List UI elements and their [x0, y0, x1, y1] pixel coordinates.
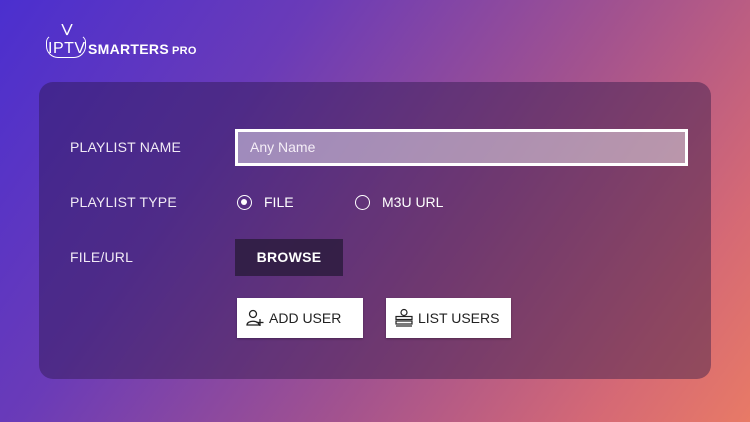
- logo-name-text: SMARTERS: [88, 41, 169, 57]
- playlist-name-label: PLAYLIST NAME: [70, 139, 182, 155]
- add-user-label: ADD USER: [269, 310, 342, 326]
- app-logo: IPTV SMARTERS PRO: [46, 24, 206, 68]
- radio-m3u-label: M3U URL: [382, 194, 444, 210]
- logo-prefix: IPTV: [48, 40, 86, 57]
- radio-m3u-url[interactable]: M3U URL: [355, 194, 443, 210]
- radio-selected-icon: [237, 194, 252, 210]
- list-users-button[interactable]: LIST USERS: [386, 298, 511, 338]
- list-users-label: LIST USERS: [418, 310, 500, 326]
- playlist-type-label: PLAYLIST TYPE: [70, 194, 177, 210]
- radio-file-label: FILE: [264, 194, 294, 210]
- file-url-label: FILE/URL: [70, 249, 134, 265]
- browse-button[interactable]: BROWSE: [235, 239, 343, 276]
- add-playlist-panel: PLAYLIST NAME Any Name PLAYLIST TYPE FIL…: [39, 82, 711, 379]
- logo-suffix: PRO: [171, 45, 197, 57]
- list-users-icon: [395, 308, 413, 327]
- add-user-button[interactable]: ADD USER: [237, 298, 363, 338]
- radio-unselected-icon: [355, 194, 370, 210]
- add-user-icon: [246, 309, 264, 326]
- radio-file[interactable]: FILE: [237, 194, 294, 210]
- logo-name: SMARTERS PRO: [88, 41, 197, 57]
- playlist-name-input[interactable]: Any Name: [235, 129, 688, 166]
